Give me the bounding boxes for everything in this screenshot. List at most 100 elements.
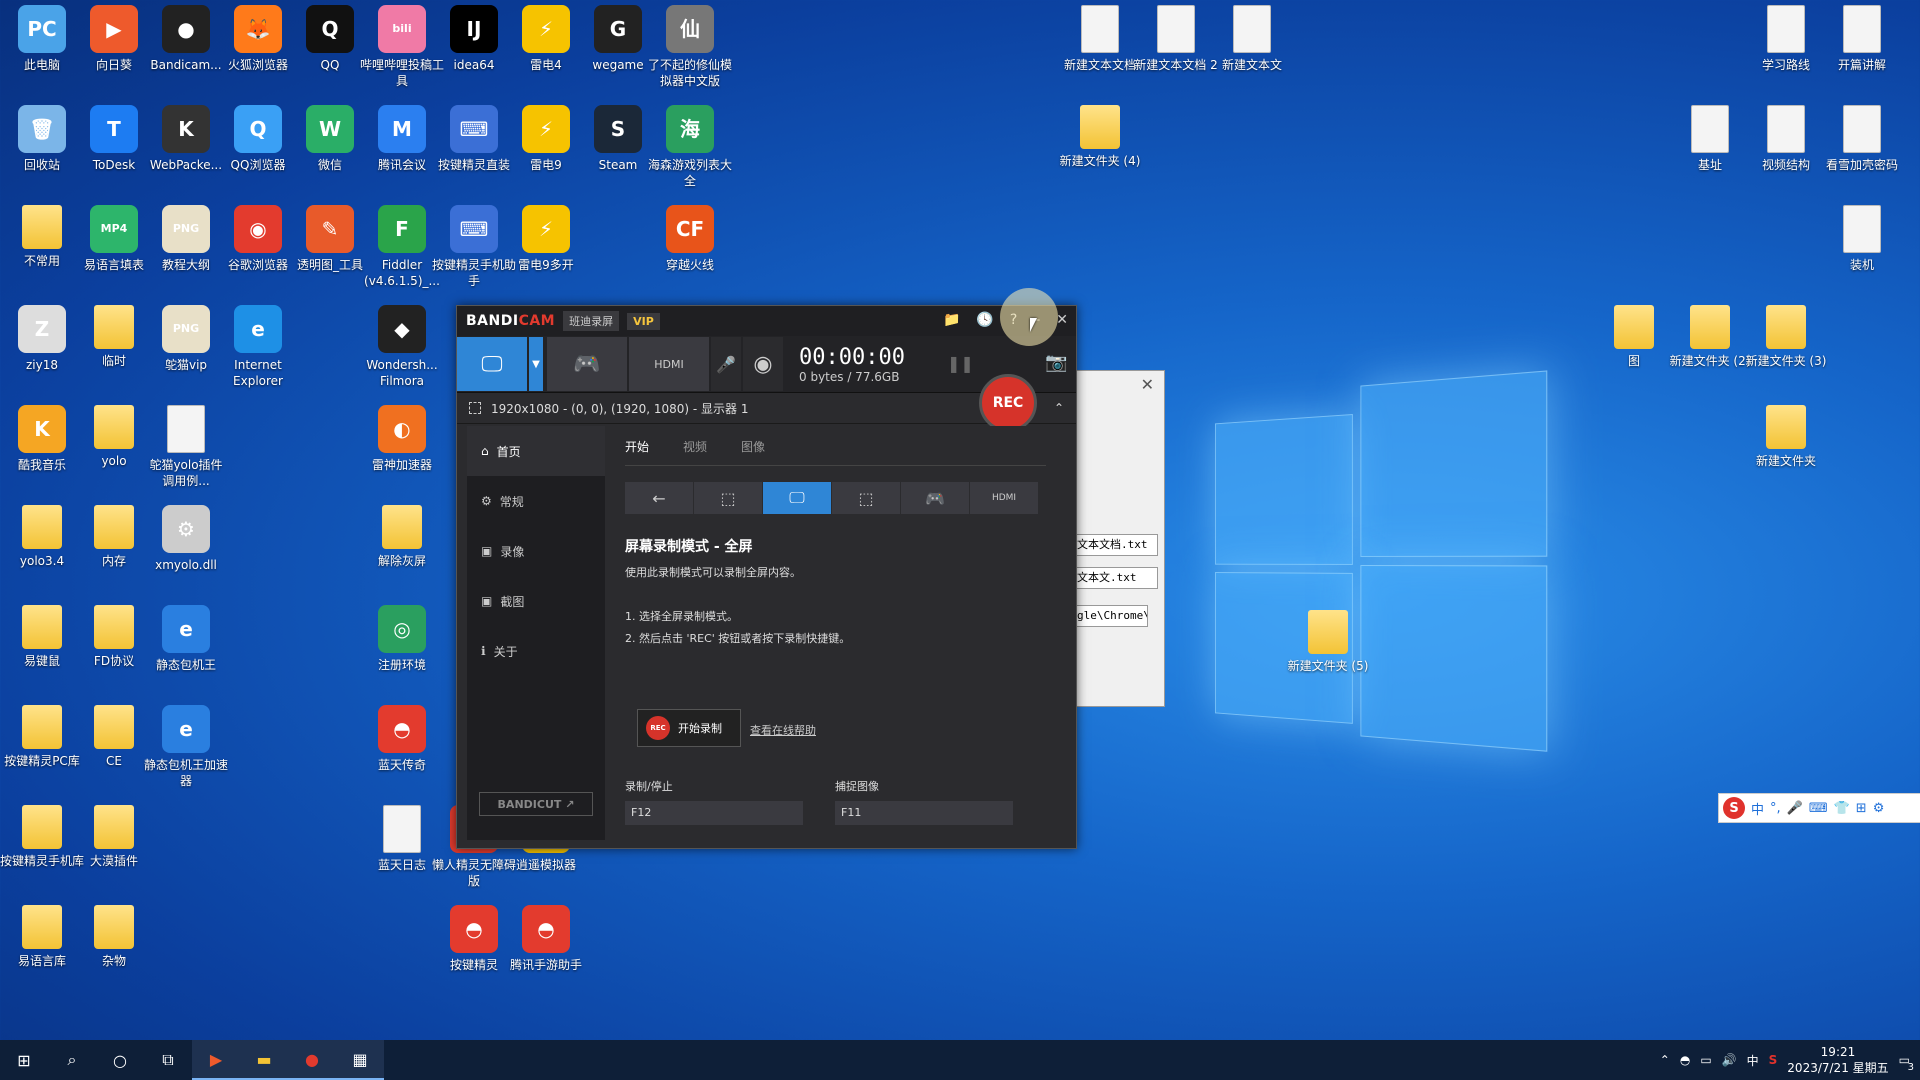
desktop-icon[interactable]: ◎ 注册环境 [360,605,444,673]
screen-mode-button[interactable]: 🖵 [457,337,527,391]
app-icon: 🗑 [18,105,66,153]
sogou-tray-icon[interactable]: S [1769,1053,1778,1067]
camera-icon[interactable]: 📷 [1045,352,1067,373]
network-icon[interactable]: ▭ [1700,1053,1711,1067]
taskbar-bandicam[interactable]: ● [288,1040,336,1080]
desktop-icon[interactable]: e 静态包机王加速器 [144,705,228,789]
game-mode-button[interactable]: 🎮 [547,337,627,391]
mic-toggle[interactable]: 🎤 [711,337,741,391]
mic-icon[interactable]: 🎤 [1787,801,1803,816]
sidebar-item-general[interactable]: ⚙ 常规 [467,476,605,526]
desktop-icon[interactable]: 新建文本文档 2 [1134,5,1218,73]
desktop-icon[interactable]: CF 穿越火线 [648,205,732,273]
desktop-icon[interactable]: 新建文件夹 (5) [1286,610,1370,674]
desktop-icon[interactable]: 装机 [1820,205,1904,273]
pause-icon[interactable]: ❚❚ [947,354,974,373]
folder-icon[interactable]: 📁 [943,312,960,328]
sidebar-item-about[interactable]: ℹ 关于 [467,626,605,676]
task-view-button[interactable]: ⧉ [144,1040,192,1080]
ime-chinese-toggle[interactable]: 中 [1751,799,1764,818]
sidebar-item-home[interactable]: ⌂ 首页 [467,426,605,476]
cortana-button[interactable]: ○ [96,1040,144,1080]
tab-video[interactable]: 视频 [683,438,707,455]
online-help-link[interactable]: 查看在线帮助 [750,722,816,738]
desktop-icon[interactable]: ⚡ 雷电9多开 [504,205,588,273]
desktop-icon[interactable]: ◆ Wondersh... Filmora [360,305,444,389]
desktop-icon[interactable]: 新建文件夹 (4) [1058,105,1142,169]
desktop-icon[interactable]: 新建文件夹 (3) [1744,305,1828,369]
keyboard-icon[interactable]: ⌨ [1809,801,1828,816]
path-field[interactable]: gle\Chrome\ [1076,605,1148,627]
desktop-icon[interactable]: 大漠插件 [72,805,156,869]
folder-icon [1690,305,1730,349]
start-recording-button[interactable]: REC 开始录制 [637,709,741,747]
desktop-icon[interactable]: 新建文本文档 [1058,5,1142,73]
skin-icon[interactable]: 👕 [1834,801,1850,816]
desktop-icon[interactable]: ◐ 雷神加速器 [360,405,444,473]
webcam-toggle[interactable]: ◉ [743,337,783,391]
desktop-icon[interactable]: 杂物 [72,905,156,969]
ime-toolbar[interactable]: S 中 °, 🎤 ⌨ 👕 ⊞ ⚙ [1718,793,1920,823]
input-language[interactable]: 中 [1747,1052,1759,1069]
desktop-icon[interactable]: 新建文件夹 (2) [1668,305,1752,369]
search-button[interactable]: ⌕ [48,1040,96,1080]
grid-icon[interactable]: ⊞ [1856,801,1867,816]
rec-button[interactable]: REC [979,374,1037,432]
path-field[interactable]: 文本文档.txt [1076,534,1158,556]
desktop-icon[interactable]: 开篇讲解 [1820,5,1904,73]
path-field[interactable]: 文本文.txt [1076,567,1158,589]
desktop-icon[interactable]: 鸵猫yolo插件调用例... [144,405,228,489]
close-icon[interactable]: ✕ [1141,375,1154,394]
clock-icon[interactable]: 🕓 [976,312,993,328]
bandicut-link[interactable]: BANDICUT ↗ [479,792,593,816]
desktop-icon[interactable]: 视频结构 [1744,105,1828,173]
clock[interactable]: 19:21 2023/7/21 星期五 [1787,1044,1888,1076]
sogou-icon[interactable]: S [1723,797,1745,819]
device-mode-button[interactable]: HDMI [970,482,1038,514]
hotkey-rec-field[interactable]: F12 [625,801,803,825]
desktop-icon[interactable]: 新建文本文 [1210,5,1294,73]
hotkey-capture-field[interactable]: F11 [835,801,1013,825]
desktop-icon[interactable]: ◓ 腾讯手游助手 [504,905,588,973]
close-button[interactable]: ✕ [1056,312,1068,328]
desktop-icon[interactable]: 解除灰屏 [360,505,444,569]
tab-start[interactable]: 开始 [625,438,649,455]
desktop-icon[interactable]: 基址 [1668,105,1752,173]
sidebar-item-video[interactable]: ▣ 录像 [467,526,605,576]
desktop-icon[interactable]: e Internet Explorer [216,305,300,389]
notification-icon[interactable]: ▭ 3 [1899,1053,1914,1073]
desktop-icon[interactable]: 看雪加壳密码 [1820,105,1904,173]
tray-chevron-icon[interactable]: ⌃ [1660,1053,1670,1067]
taskbar-app[interactable]: ▦ [336,1040,384,1080]
tab-image[interactable]: 图像 [741,438,765,455]
punctuation-icon[interactable]: °, [1770,801,1781,816]
cursor-region-icon: ⬚ [858,488,874,508]
fullscreen-mode-button[interactable]: 🖵 [763,482,831,514]
hdmi-mode-button[interactable]: HDMI [629,337,709,391]
game-mode-button[interactable]: 🎮 [901,482,969,514]
title-bar[interactable]: BANDICAM 班迪录屏 VIP 📁 🕓 ? – ✕ [457,306,1076,336]
document-icon [1767,5,1805,53]
desktop-icon[interactable]: e 静态包机王 [144,605,228,673]
sidebar-item-image[interactable]: ▣ 截图 [467,576,605,626]
desktop-icon[interactable]: 新建文件夹 [1744,405,1828,469]
desktop-icon[interactable]: 仙了不起的修仙模拟器中文版 [648,5,732,89]
settings-icon[interactable]: ⚙ [1873,801,1885,816]
taskbar-explorer[interactable]: ▬ [240,1040,288,1080]
desktop-icon[interactable]: ⚙ xmyolo.dll [144,505,228,573]
background-window[interactable]: ✕ 文本文档.txt 文本文.txt gle\Chrome\ [1075,370,1165,707]
desktop-icon[interactable]: 图 [1592,305,1676,369]
rectangle-mode-button[interactable]: ⬚ [694,482,762,514]
folder-icon [94,905,134,949]
mode-dropdown[interactable]: ▼ [529,337,543,391]
desktop-icon[interactable]: 海海森游戏列表大全 [648,105,732,189]
desktop-icon[interactable]: 学习路线 [1744,5,1828,73]
back-button[interactable]: ← [625,482,693,514]
tray-app-icon[interactable]: ◓ [1680,1053,1690,1067]
volume-icon[interactable]: 🔊 [1722,1053,1737,1067]
taskbar-sunlogin[interactable]: ▶ [192,1040,240,1080]
around-mouse-mode-button[interactable]: ⬚ [832,482,900,514]
chevron-up-icon[interactable]: ⌃ [1054,401,1064,415]
start-button[interactable]: ⊞ [0,1040,48,1080]
desktop-icon[interactable]: ◓ 蓝天传奇 [360,705,444,773]
